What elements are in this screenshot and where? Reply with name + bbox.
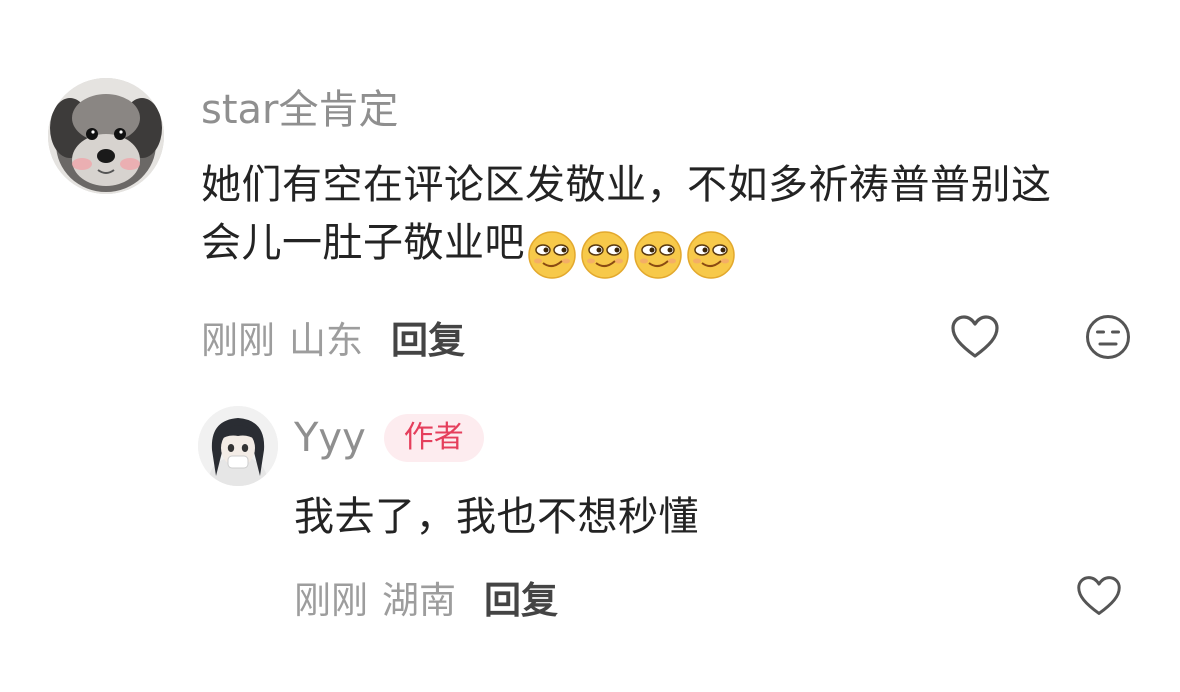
reply-author-name[interactable]: Yyy xyxy=(294,412,366,464)
comment-time: 刚刚 xyxy=(201,319,275,362)
author-badge: 作者 xyxy=(383,414,484,462)
comment-text-line-content: 会儿一肚子敬业吧 xyxy=(201,220,525,266)
reply-button[interactable]: 回复 xyxy=(391,310,465,364)
comment-text-line: 她们有空在评论区发敬业，不如多祈祷普普别这 xyxy=(201,162,1052,208)
comment-location: 山东 xyxy=(289,319,363,362)
schnauzer-dog-avatar xyxy=(48,78,164,194)
user-avatar[interactable] xyxy=(48,78,164,194)
comment-meta: 刚刚 山东 回复 xyxy=(201,312,465,362)
smirk-emoji-icon xyxy=(634,231,682,279)
reply-reply-button[interactable]: 回复 xyxy=(484,570,558,624)
smirk-emoji-icon xyxy=(581,231,629,279)
heart-outline-icon[interactable] xyxy=(1076,574,1122,618)
smirk-emoji-icon xyxy=(687,231,735,279)
reply-location: 湖南 xyxy=(382,579,456,622)
reply-author: Yyy 作者 xyxy=(294,412,484,464)
author-name[interactable]: star全肯定 xyxy=(201,84,398,136)
reply-time: 刚刚 xyxy=(294,579,368,622)
reply-text: 我去了，我也不想秒懂 xyxy=(294,494,699,540)
heart-outline-icon[interactable] xyxy=(950,314,1000,360)
anime-girl-avatar xyxy=(198,406,278,486)
reply-user-avatar[interactable] xyxy=(198,406,278,486)
comment-text: 她们有空在评论区发敬业，不如多祈祷普普别这 会儿一肚子敬业吧 xyxy=(201,156,1161,279)
comment-item: star全肯定 她们有空在评论区发敬业，不如多祈祷普普别这 会儿一肚子敬业吧 刚… xyxy=(0,0,1180,390)
emoji-group xyxy=(527,224,739,282)
meh-face-icon[interactable] xyxy=(1084,313,1132,361)
smirk-emoji-icon xyxy=(528,231,576,279)
comment-text-line: 会儿一肚子敬业吧 xyxy=(201,214,1161,279)
reply-meta: 刚刚 湖南 回复 xyxy=(294,572,558,622)
